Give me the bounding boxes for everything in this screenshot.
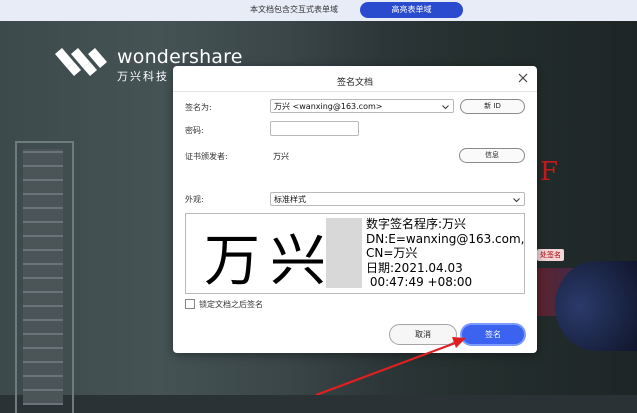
appearance-label: 外观: (185, 195, 204, 204)
issuer-label: 证书颁发者: (185, 152, 228, 161)
signature-preview: 万兴 数字签名程序:万兴 DN:E=wanxing@163.com, CN=万兴… (185, 213, 525, 294)
preview-signer-name: 万兴 (204, 229, 336, 294)
form-notice-text: 本文档包含交互式表单域 (250, 5, 338, 14)
highlight-fields-button[interactable]: 高亮表单域 (360, 2, 463, 18)
preview-line-program: 数字签名程序:万兴 (366, 217, 467, 231)
background-lamp (555, 261, 637, 351)
sign-as-select[interactable]: 万兴 <wanxing@163.com> (270, 99, 454, 113)
sign-button[interactable]: 签名 (460, 323, 526, 346)
preview-line-cn: CN=万兴 (366, 246, 418, 260)
preview-line-dn: DN:E=wanxing@163.com, (366, 231, 525, 246)
close-icon[interactable] (517, 72, 529, 84)
chevron-down-icon (513, 198, 520, 203)
logo-text-zh: 万兴科技 (117, 70, 169, 83)
background-red-glyph: F (540, 157, 559, 187)
appearance-select[interactable]: 标准样式 (270, 192, 525, 206)
lock-after-sign-checkbox[interactable] (185, 299, 195, 309)
dialog-title: 签名文档 (336, 78, 373, 88)
sign-as-label: 签名为: (185, 103, 212, 112)
chevron-down-icon (442, 105, 449, 110)
cancel-button[interactable]: 取消 (389, 324, 457, 345)
form-notice-bar: 本文档包含交互式表单域 高亮表单域 (0, 0, 637, 22)
sign-document-dialog: 签名文档 签名为: 万兴 <wanxing@163.com> 新 ID 密码: … (173, 66, 537, 353)
password-field[interactable] (270, 121, 359, 136)
title-divider (173, 91, 537, 92)
info-button[interactable]: 信息 (459, 148, 525, 163)
sign-as-value: 万兴 <wanxing@163.com> (274, 102, 383, 111)
lock-after-sign-label: 锁定文档之后签名 (199, 300, 263, 309)
preview-details: 数字签名程序:万兴 DN:E=wanxing@163.com, CN=万兴 日期… (366, 217, 525, 290)
appearance-value: 标准样式 (274, 195, 306, 204)
new-id-button[interactable]: 新 ID (460, 99, 525, 114)
issuer-value: 万兴 (273, 152, 289, 161)
preview-line-date: 日期:2021.04.03 (366, 260, 463, 275)
password-label: 密码: (185, 126, 204, 135)
preview-line-time: 00:47:49 +08:00 (366, 275, 473, 289)
wondershare-logo-icon (55, 48, 107, 76)
logo-text-en: wondershare (117, 46, 243, 68)
signature-field-tag[interactable]: 处签名 (537, 249, 564, 261)
background-window (15, 141, 74, 413)
